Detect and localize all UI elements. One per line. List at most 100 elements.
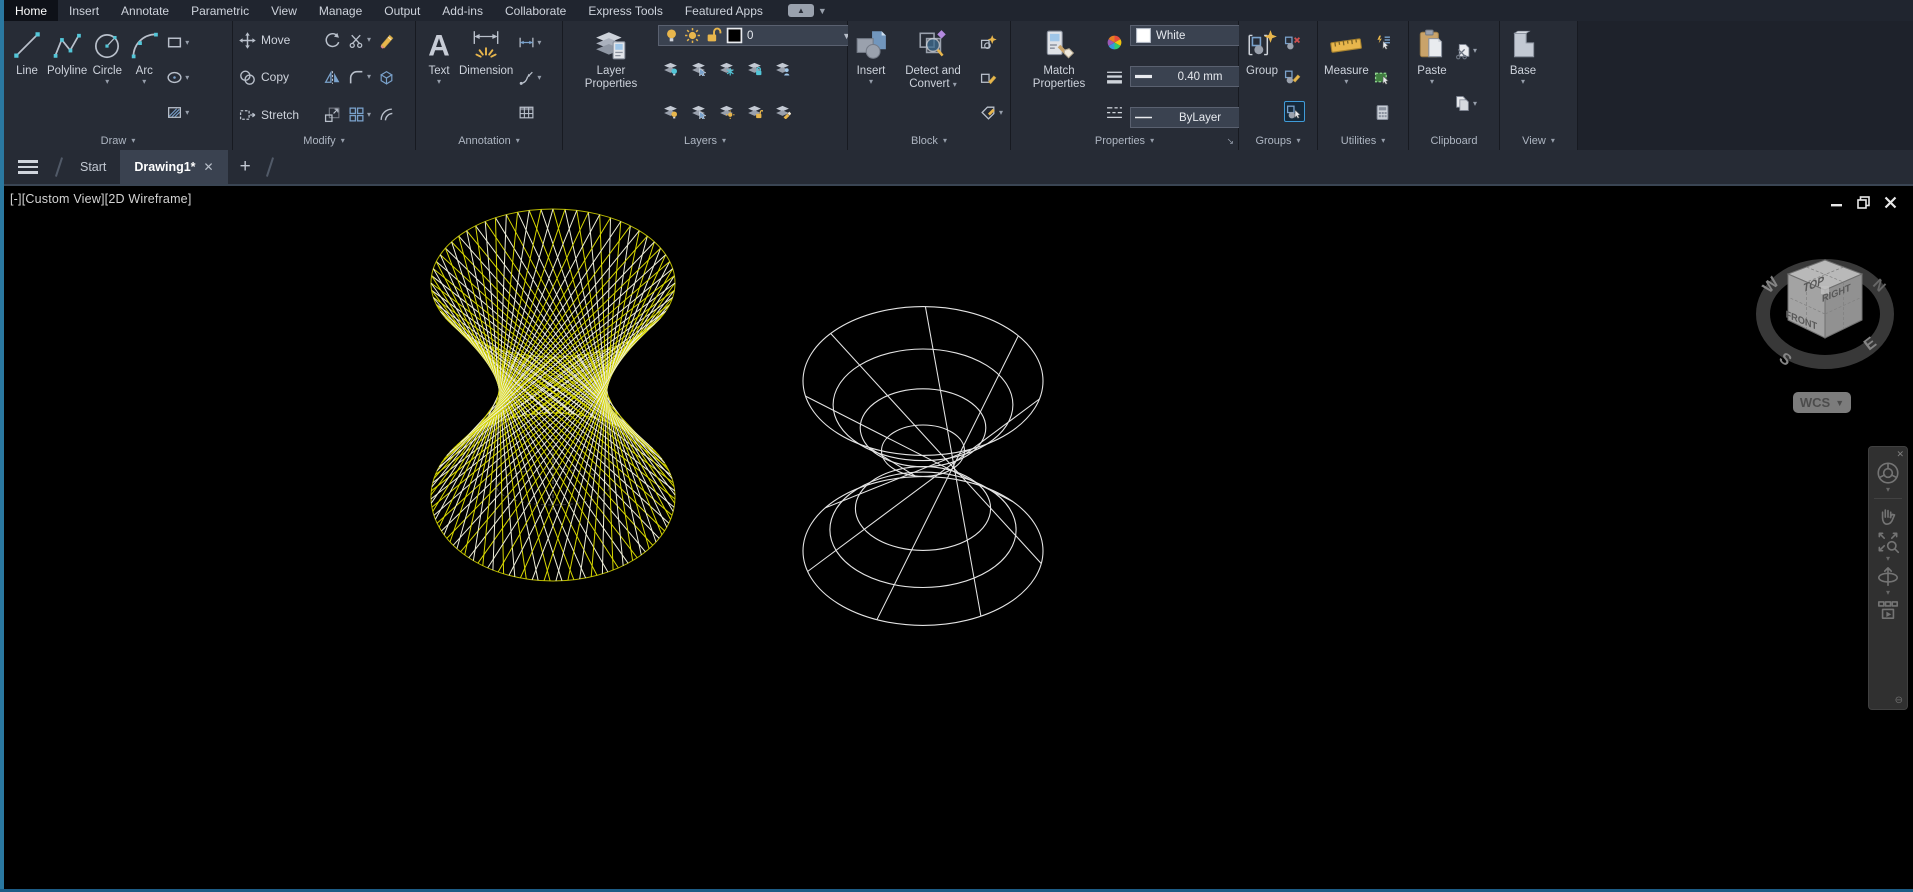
viewport-controls[interactable]: [-][Custom View][2D Wireframe] bbox=[10, 192, 192, 206]
file-tab-drawing1[interactable]: Drawing1*✕ bbox=[120, 150, 227, 184]
dimension-button[interactable]: Dimension bbox=[459, 23, 513, 132]
layer-match-button[interactable] bbox=[774, 102, 791, 119]
zoom-extents-button[interactable]: ▾ bbox=[1875, 529, 1901, 563]
layer-select-dropdown[interactable]: 0 ▼ bbox=[658, 25, 856, 46]
group-button[interactable]: Group bbox=[1245, 23, 1279, 132]
leader-button[interactable]: ▾ bbox=[518, 68, 541, 87]
scale-button[interactable] bbox=[324, 105, 341, 124]
navigation-wheel-button[interactable]: ▾ bbox=[1875, 460, 1901, 494]
block-attribute-button[interactable]: ▾ bbox=[980, 103, 1003, 122]
arc-button[interactable]: Arc▾ bbox=[127, 23, 161, 132]
panel-label-utilities[interactable]: Utilities▾ bbox=[1318, 132, 1408, 150]
layer-make-current-button[interactable] bbox=[774, 59, 791, 76]
viewcube-cube[interactable]: TOP FRONT RIGHT bbox=[1786, 260, 1862, 338]
orbit-button[interactable]: ▾ bbox=[1875, 563, 1901, 597]
insert-button[interactable]: Insert▾ bbox=[854, 23, 888, 132]
group-selection-button[interactable] bbox=[1284, 101, 1305, 122]
fillet-button[interactable]: ▾ bbox=[348, 68, 371, 87]
hatch-button[interactable]: ▾ bbox=[166, 103, 189, 122]
menu-hamburger-icon[interactable] bbox=[4, 150, 52, 184]
copy-clip-button[interactable]: ▾ bbox=[1454, 94, 1477, 113]
layer-isolate-button[interactable] bbox=[690, 59, 707, 76]
menu-tab-parametric[interactable]: Parametric bbox=[180, 0, 260, 21]
menu-tab-collaborate[interactable]: Collaborate bbox=[494, 0, 577, 21]
panel-dialog-launcher-icon[interactable]: ↘ bbox=[1226, 136, 1234, 147]
panel-label-block[interactable]: Block▾ bbox=[848, 132, 1010, 150]
group-edit-button[interactable] bbox=[1284, 67, 1305, 86]
viewcube[interactable]: W S E N TOP FRONT RIGHT bbox=[1748, 238, 1903, 388]
text-button[interactable]: A Text▾ bbox=[422, 23, 456, 132]
layer-on-button[interactable] bbox=[662, 102, 679, 119]
circle-button[interactable]: Circle▾ bbox=[90, 23, 124, 132]
close-icon[interactable]: ✕ bbox=[1896, 449, 1904, 460]
table-button[interactable] bbox=[518, 103, 541, 122]
menu-tab-express-tools[interactable]: Express Tools bbox=[577, 0, 673, 21]
quick-select-button[interactable] bbox=[1374, 33, 1391, 52]
menu-tab-annotate[interactable]: Annotate bbox=[110, 0, 180, 21]
block-edit-button[interactable] bbox=[980, 68, 1003, 87]
paste-button[interactable]: Paste▾ bbox=[1415, 23, 1449, 132]
menu-tab-home[interactable]: Home bbox=[4, 0, 58, 21]
navbar-customize-icon[interactable]: ⊖ bbox=[1895, 695, 1903, 706]
pan-button[interactable] bbox=[1875, 503, 1901, 529]
menu-tab-insert[interactable]: Insert bbox=[58, 0, 110, 21]
panel-label-clipboard[interactable]: Clipboard bbox=[1409, 132, 1499, 150]
close-tab-icon[interactable]: ✕ bbox=[204, 160, 214, 174]
panel-label-groups[interactable]: Groups▾ bbox=[1239, 132, 1317, 150]
wcs-dropdown[interactable]: WCS ▼ bbox=[1793, 392, 1851, 413]
polyline-button[interactable]: Polyline bbox=[47, 23, 87, 132]
array-button[interactable]: ▾ bbox=[348, 105, 371, 124]
menu-tab-featured-apps[interactable]: Featured Apps bbox=[674, 0, 774, 21]
ellipse-button[interactable]: ▾ bbox=[166, 68, 189, 87]
showmotion-button[interactable] bbox=[1875, 597, 1901, 623]
rotate-button[interactable] bbox=[324, 31, 341, 50]
ungroup-button[interactable] bbox=[1284, 33, 1305, 52]
panel-label-draw[interactable]: Draw▾ bbox=[4, 132, 232, 150]
layer-freeze-button[interactable] bbox=[718, 59, 735, 76]
layer-thaw-button[interactable] bbox=[718, 102, 735, 119]
detect-convert-button[interactable]: Detect and Convert ▾ bbox=[891, 23, 975, 132]
file-tab-start[interactable]: Start bbox=[66, 150, 120, 184]
panel-label-properties[interactable]: Properties▾↘ bbox=[1011, 132, 1238, 150]
stretch-button[interactable]: Stretch bbox=[239, 106, 317, 123]
block-create-button[interactable] bbox=[980, 33, 1003, 52]
layer-unisolate-button[interactable] bbox=[690, 102, 707, 119]
erase-button[interactable] bbox=[378, 31, 395, 50]
explode-button[interactable] bbox=[378, 68, 395, 87]
dim-linear-button[interactable]: ▾ bbox=[518, 33, 541, 52]
linetype-button[interactable] bbox=[1106, 104, 1123, 121]
new-drawing-tab-button[interactable]: + bbox=[228, 150, 263, 184]
menu-tab-view[interactable]: View bbox=[260, 0, 308, 21]
move-button[interactable]: Move bbox=[239, 32, 317, 49]
mirror-button[interactable] bbox=[324, 68, 341, 87]
panel-label-layers[interactable]: Layers▾ bbox=[563, 132, 847, 150]
panel-label-modify[interactable]: Modify▾ bbox=[233, 132, 415, 150]
layer-off-button[interactable] bbox=[662, 59, 679, 76]
ribbon-collapse-control[interactable]: ▲ ▼ bbox=[788, 0, 827, 21]
color-wheel-button[interactable] bbox=[1106, 34, 1123, 51]
copy-button[interactable]: Copy bbox=[239, 69, 317, 86]
cut-button[interactable]: ▾ bbox=[1454, 42, 1477, 61]
close-button[interactable] bbox=[1884, 196, 1897, 209]
trim-button[interactable]: ▾ bbox=[348, 31, 371, 50]
line-button[interactable]: Line bbox=[10, 23, 44, 132]
base-button[interactable]: Base▾ bbox=[1506, 23, 1540, 132]
quick-calculator-button[interactable] bbox=[1374, 103, 1391, 122]
restore-button[interactable] bbox=[1857, 196, 1870, 209]
menu-tab-manage[interactable]: Manage bbox=[308, 0, 373, 21]
panel-label-view[interactable]: View▾ bbox=[1500, 132, 1577, 150]
select-similar-button[interactable] bbox=[1374, 68, 1391, 87]
drawing-canvas[interactable]: [-][Custom View][2D Wireframe] W S E N bbox=[4, 184, 1913, 892]
match-properties-button[interactable]: Match Properties bbox=[1017, 23, 1101, 132]
panel-label-annotation[interactable]: Annotation▾ bbox=[416, 132, 562, 150]
yellow-hyperboloid-surface[interactable] bbox=[431, 209, 1043, 625]
offset-button[interactable] bbox=[378, 105, 395, 124]
lineweight-button[interactable] bbox=[1106, 69, 1123, 86]
layer-lock-button[interactable] bbox=[746, 59, 763, 76]
menu-tab-add-ins[interactable]: Add-ins bbox=[431, 0, 494, 21]
measure-button[interactable]: Measure▾ bbox=[1324, 23, 1369, 132]
minimize-button[interactable] bbox=[1830, 196, 1843, 209]
rectangle-button[interactable]: ▾ bbox=[166, 33, 189, 52]
menu-tab-output[interactable]: Output bbox=[373, 0, 431, 21]
layer-unlock-button[interactable] bbox=[746, 102, 763, 119]
